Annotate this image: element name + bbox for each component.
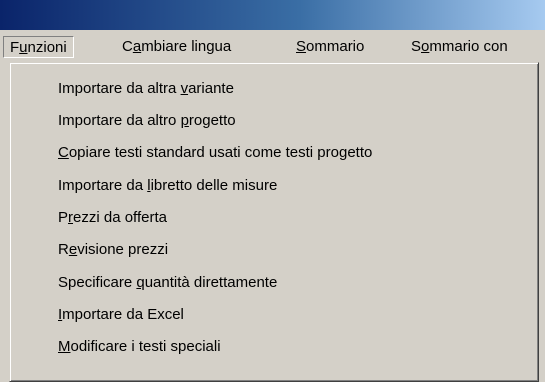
menu-item-label: Importare da altra — [58, 80, 181, 97]
accelerator-key: p — [180, 112, 189, 129]
menu-label: nzioni — [27, 39, 67, 56]
accelerator-key: e — [68, 241, 78, 258]
accelerator-key: u — [19, 39, 28, 56]
menu-item-label: opiare testi standard usati come testi p… — [68, 144, 373, 161]
menu-item-label: rogetto — [188, 112, 236, 129]
menu-item-modificare-testi-speciali[interactable]: Modificare i testi speciali — [58, 335, 221, 359]
menu-label: F — [10, 39, 20, 56]
menu-label: C — [122, 38, 133, 55]
menu-item-importare-libretto-misure[interactable]: Importare da libretto delle misure — [58, 174, 277, 198]
menu-item-importare-altra-variante[interactable]: Importare da altra variante — [58, 77, 234, 101]
menu-funzioni[interactable]: Funzioni — [3, 36, 74, 58]
menu-item-label: odificare i testi speciali — [70, 338, 221, 355]
menu-item-label: Importare da — [58, 177, 148, 194]
accelerator-key: a — [132, 38, 142, 55]
menu-item-revisione-prezzi[interactable]: Revisione prezzi — [58, 238, 168, 262]
menu-sommario[interactable]: Sommario — [290, 36, 370, 58]
accelerator-key: v — [180, 80, 189, 97]
menu-item-importare-da-excel[interactable]: Importare da Excel — [58, 303, 184, 327]
menu-item-label: ariante — [188, 80, 234, 97]
funzioni-dropdown-menu: Importare da altra variante Importare da… — [9, 62, 539, 382]
menu-item-label: uantità direttamente — [144, 274, 278, 291]
menu-item-specificare-quantita[interactable]: Specificare quantità direttamente — [58, 271, 277, 295]
menu-item-label: mportare da Excel — [62, 306, 184, 323]
accelerator-key: C — [58, 144, 69, 161]
menu-cambiare-lingua[interactable]: Cambiare lingua — [116, 36, 237, 58]
menu-bar: Funzioni Cambiare lingua Sommario Sommar… — [0, 32, 545, 62]
accelerator-key: q — [136, 274, 145, 291]
menu-label: ommario — [306, 38, 365, 55]
menu-item-importare-altro-progetto[interactable]: Importare da altro progetto — [58, 109, 236, 133]
menu-item-label: Specificare — [58, 274, 137, 291]
menu-item-label: R — [58, 241, 69, 258]
menu-label: S — [411, 38, 422, 55]
title-bar — [0, 0, 545, 30]
accelerator-key: M — [58, 338, 71, 355]
menu-item-label: ibretto delle misure — [150, 177, 278, 194]
menu-item-label: P — [58, 209, 69, 226]
menu-item-prezzi-da-offerta[interactable]: Prezzi da offerta — [58, 206, 167, 230]
menu-item-copiare-testi-standard[interactable]: Copiare testi standard usati come testi … — [58, 141, 372, 165]
menu-item-label: visione prezzi — [77, 241, 169, 258]
menu-sommario-con[interactable]: Sommario con — [405, 36, 514, 58]
menu-label: mmario con — [429, 38, 508, 55]
menu-label: mbiare lingua — [141, 38, 232, 55]
menu-item-label: Importare da altro — [58, 112, 181, 129]
menu-item-label: ezzi da offerta — [73, 209, 167, 226]
accelerator-key: S — [296, 38, 307, 55]
